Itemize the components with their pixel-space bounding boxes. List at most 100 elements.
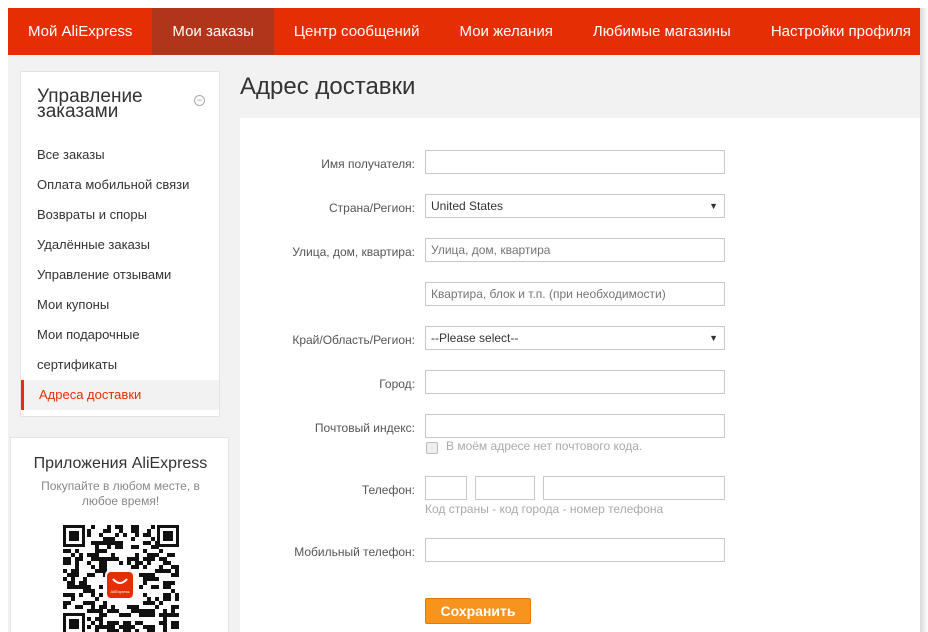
nav-message-center[interactable]: Центр сообщений	[274, 8, 440, 55]
qr-module	[115, 621, 119, 625]
qr-module	[163, 617, 167, 621]
qr-module	[79, 593, 83, 597]
qr-module	[79, 557, 83, 561]
qr-module	[67, 585, 71, 589]
qr-module	[139, 585, 143, 589]
city-input[interactable]	[425, 370, 725, 394]
qr-module	[99, 621, 103, 625]
nav-my-aliexpress[interactable]: Мой AliExpress	[8, 8, 152, 55]
qr-module	[63, 557, 67, 561]
qr-module	[71, 585, 75, 589]
qr-module	[99, 609, 103, 613]
qr-module	[107, 625, 111, 629]
qr-module	[111, 605, 115, 609]
qr-module	[143, 625, 147, 629]
qr-module	[99, 585, 103, 589]
qr-module	[87, 573, 91, 577]
qr-module	[91, 525, 95, 529]
phone-number-input[interactable]	[543, 476, 725, 500]
qr-module	[103, 537, 107, 541]
qr-module	[75, 573, 79, 577]
qr-module	[79, 553, 83, 557]
sidebar-item-gift-cards[interactable]: Мои подарочные	[21, 320, 219, 350]
qr-module	[147, 577, 151, 581]
sidebar-item-coupons[interactable]: Мои купоны	[21, 290, 219, 320]
qr-module	[99, 561, 103, 565]
qr-module	[167, 593, 171, 597]
qr-module	[71, 597, 75, 601]
chevron-down-icon: ▼	[709, 201, 718, 211]
qr-module	[115, 533, 119, 537]
qr-module	[99, 533, 103, 537]
qr-module	[111, 541, 115, 545]
sidebar-item-shipping-addresses[interactable]: Адреса доставки	[21, 380, 219, 410]
qr-module	[75, 605, 79, 609]
qr-module	[95, 609, 99, 613]
collapse-icon[interactable]: −	[194, 95, 205, 106]
qr-module	[171, 565, 175, 569]
qr-module	[119, 561, 123, 565]
qr-module	[167, 613, 171, 617]
phone-area-code-input[interactable]	[475, 476, 535, 500]
sidebar-item-reviews[interactable]: Управление отзывами	[21, 260, 219, 290]
qr-module	[111, 553, 115, 557]
qr-module	[175, 565, 179, 569]
qr-module	[99, 617, 103, 621]
region-select[interactable]: --Please select-- ▼	[425, 326, 725, 350]
street-input[interactable]	[425, 238, 725, 262]
qr-module	[95, 557, 99, 561]
mobile-input[interactable]	[425, 538, 725, 562]
qr-module	[151, 537, 155, 541]
qr-module	[163, 569, 167, 573]
qr-module	[163, 613, 167, 617]
qr-module	[91, 589, 95, 593]
zip-input[interactable]	[425, 414, 725, 438]
qr-module	[91, 573, 95, 577]
qr-module	[123, 625, 127, 629]
qr-module	[99, 593, 103, 597]
qr-module	[135, 553, 139, 557]
app-logo-text: AliExpress	[111, 589, 130, 594]
qr-module	[135, 561, 139, 565]
qr-module	[131, 609, 135, 613]
nav-my-orders[interactable]: Мои заказы	[152, 8, 274, 55]
qr-module	[155, 605, 159, 609]
sidebar-item-disputes[interactable]: Возвраты и споры	[21, 200, 219, 230]
qr-module	[103, 541, 107, 545]
qr-module	[175, 593, 179, 597]
phone-country-code-input[interactable]	[425, 476, 467, 500]
qr-module	[91, 557, 95, 561]
qr-module	[99, 625, 103, 629]
qr-module	[87, 553, 91, 557]
sidebar-item-gift-cards-2[interactable]: сертификаты	[21, 350, 219, 380]
qr-module	[135, 565, 139, 569]
qr-module	[127, 561, 131, 565]
nav-wishlist[interactable]: Мои желания	[440, 8, 573, 55]
qr-module	[87, 625, 91, 629]
qr-module	[159, 621, 163, 625]
qr-module	[95, 617, 99, 621]
qr-module	[119, 545, 123, 549]
qr-module	[147, 553, 151, 557]
nav-profile-settings[interactable]: Настройки профиля	[751, 8, 920, 55]
sidebar-item-all-orders[interactable]: Все заказы	[21, 140, 219, 170]
nav-favorite-stores[interactable]: Любимые магазины	[573, 8, 751, 55]
qr-module	[115, 609, 119, 613]
sidebar-item-deleted-orders[interactable]: Удалённые заказы	[21, 230, 219, 260]
qr-module	[171, 573, 175, 577]
sidebar-item-mobile-payment[interactable]: Оплата мобильной связи	[21, 170, 219, 200]
country-select[interactable]: United States ▼	[425, 194, 725, 218]
qr-module	[99, 613, 103, 617]
no-zip-checkbox[interactable]	[426, 442, 438, 454]
apartment-input[interactable]	[425, 282, 725, 306]
sidebar-title: Управление заказами	[37, 86, 143, 122]
qr-module	[151, 585, 155, 589]
qr-module	[91, 593, 95, 597]
qr-module	[87, 585, 91, 589]
qr-module	[107, 609, 111, 613]
save-button[interactable]: Сохранить	[425, 598, 531, 624]
qr-module	[175, 569, 179, 573]
qr-module	[123, 621, 127, 625]
qr-module	[143, 577, 147, 581]
recipient-input[interactable]	[425, 150, 725, 174]
